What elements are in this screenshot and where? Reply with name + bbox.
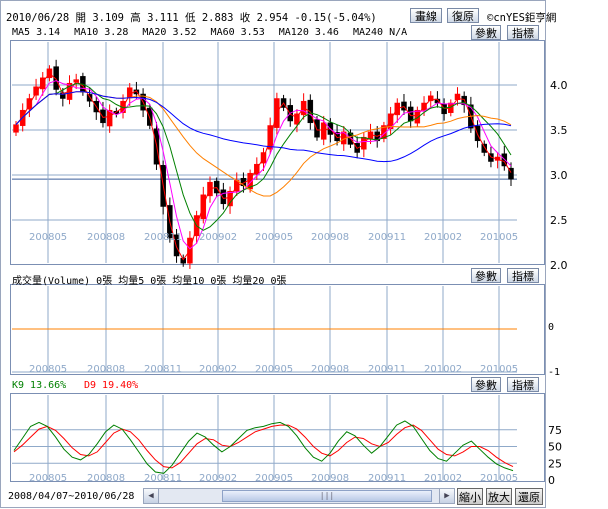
kd-y-axis-labels: 75 50 25 0 [548,424,562,487]
zoom-out-button[interactable]: 縮小 [457,488,483,505]
kd-x-tick-label: 200905 [255,473,293,484]
price-x-tick-label: 200902 [199,232,237,243]
volume-y-tick-1: -1 [548,367,561,378]
kd-y-tick-label: 50 [548,441,562,454]
price-y-tick-label: 2.0 [550,259,568,272]
kd-y-tick-label: 0 [548,474,555,487]
volume-legend: 成交量(Volume) 0張 均量5 0張 均量10 0張 均量20 0張 [12,276,287,287]
time-scrollbar[interactable]: ◀ ||| ▶ [143,488,455,504]
price-indicator-button[interactable]: 指標 [507,25,539,40]
volume-x-axis-labels: 200805 200808 200811 200902 200905 200908 2009… [29,364,518,375]
volume-x-tick-label: 200905 [255,364,293,375]
k9-legend: K9 13.66% [12,380,67,391]
date-range: 2008/04/07~2010/06/28 [8,491,135,502]
volume-x-tick-label: 201005 [480,364,518,375]
price-x-axis-labels: 200805 200808 200811 200902 200905 200908 2009… [29,232,518,243]
zoom-in-button[interactable]: 放大 [486,488,512,505]
volume-x-tick-label: 201002 [424,364,462,375]
d9-legend: D9 19.40% [84,380,139,391]
price-x-tick-label: 200911 [368,232,406,243]
ma-legend-item: MA20 3.52 [142,27,197,38]
kd-x-tick-label: 200902 [199,473,237,484]
draw-line-button[interactable]: 畫線 [410,8,442,23]
candle-body [314,119,320,138]
kd-params-button[interactable]: 參數 [471,377,501,392]
candle-body [13,124,19,133]
price-y-tick-label: 3.0 [550,169,568,182]
price-x-tick-label: 200908 [311,232,349,243]
ma-legend-item: MA240 N/A [352,27,408,38]
kd-x-tick-label: 200908 [311,473,349,484]
ma-legend: MA5 3.14 MA10 3.28 MA20 3.52 MA60 3.53 MA120… [12,27,421,39]
price-x-tick-label: 200811 [144,232,182,243]
ma-legend-item: MA10 3.28 [74,27,129,38]
chart-frame: 200805 200808 200811 200902 200905 200908 2009… [0,0,568,508]
volume-x-tick-label: 200811 [144,364,182,375]
candle-body [481,143,487,153]
candle-body [361,136,367,150]
copyright-text: ©cnYES鉅亨網 [487,12,557,24]
price-params-button[interactable]: 參數 [471,25,501,40]
ma-legend-item: MA120 3.46 [278,27,339,38]
ma-legend-item: MA60 3.53 [210,27,265,38]
volume-indicator-button[interactable]: 指標 [507,268,539,283]
price-y-tick-label: 2.5 [550,214,568,227]
price-x-tick-label: 201005 [480,232,518,243]
restore-button[interactable]: 復原 [447,8,479,23]
volume-x-tick-label: 200911 [368,364,406,375]
kd-y-tick-label: 75 [548,424,562,437]
kd-x-tick-label: 201002 [424,473,462,484]
price-x-tick-label: 201002 [424,232,462,243]
price-y-tick-label: 4.0 [550,79,568,92]
kd-x-tick-label: 201005 [480,473,518,484]
volume-x-tick-label: 200902 [199,364,237,375]
candle-body [126,87,133,99]
kd-x-tick-label: 200805 [29,473,67,484]
kd-panel [10,393,545,482]
candle-body [100,109,106,124]
candle-body [320,122,327,140]
scroll-left-arrow-icon[interactable]: ◀ [144,489,159,503]
reset-button[interactable]: 還原 [515,488,543,505]
volume-y-tick-0: 0 [548,322,555,333]
kd-x-axis-labels: 200805 200808 200811 200902 200905 200908 2009… [29,473,518,484]
candle-body [33,86,39,96]
quote-line: 2010/06/28 開 3.109 高 3.111 低 2.883 收 2.9… [6,12,377,24]
price-x-tick-label: 200905 [255,232,293,243]
scroll-thumb[interactable]: ||| [222,490,432,502]
candle-body [227,190,233,207]
volume-x-tick-label: 200808 [87,364,125,375]
price-x-tick-label: 200808 [87,232,125,243]
candle-body [220,189,227,205]
kd-x-tick-label: 200808 [87,473,125,484]
volume-params-button[interactable]: 參數 [471,268,501,283]
ma-legend-item: MA5 3.14 [12,27,61,38]
kd-indicator-button[interactable]: 指標 [507,377,539,392]
scroll-right-arrow-icon[interactable]: ▶ [439,489,454,503]
price-y-tick-label: 3.5 [550,124,568,137]
price-y-axis-labels: 4.0 3.5 3.0 2.5 2.0 [550,79,568,272]
volume-x-tick-label: 200805 [29,364,67,375]
candle-body [86,94,93,102]
kd-x-tick-label: 200911 [368,473,406,484]
price-x-tick-label: 200805 [29,232,67,243]
kd-x-tick-label: 200811 [144,473,182,484]
kd-y-tick-label: 25 [548,457,562,470]
volume-x-tick-label: 200908 [311,364,349,375]
